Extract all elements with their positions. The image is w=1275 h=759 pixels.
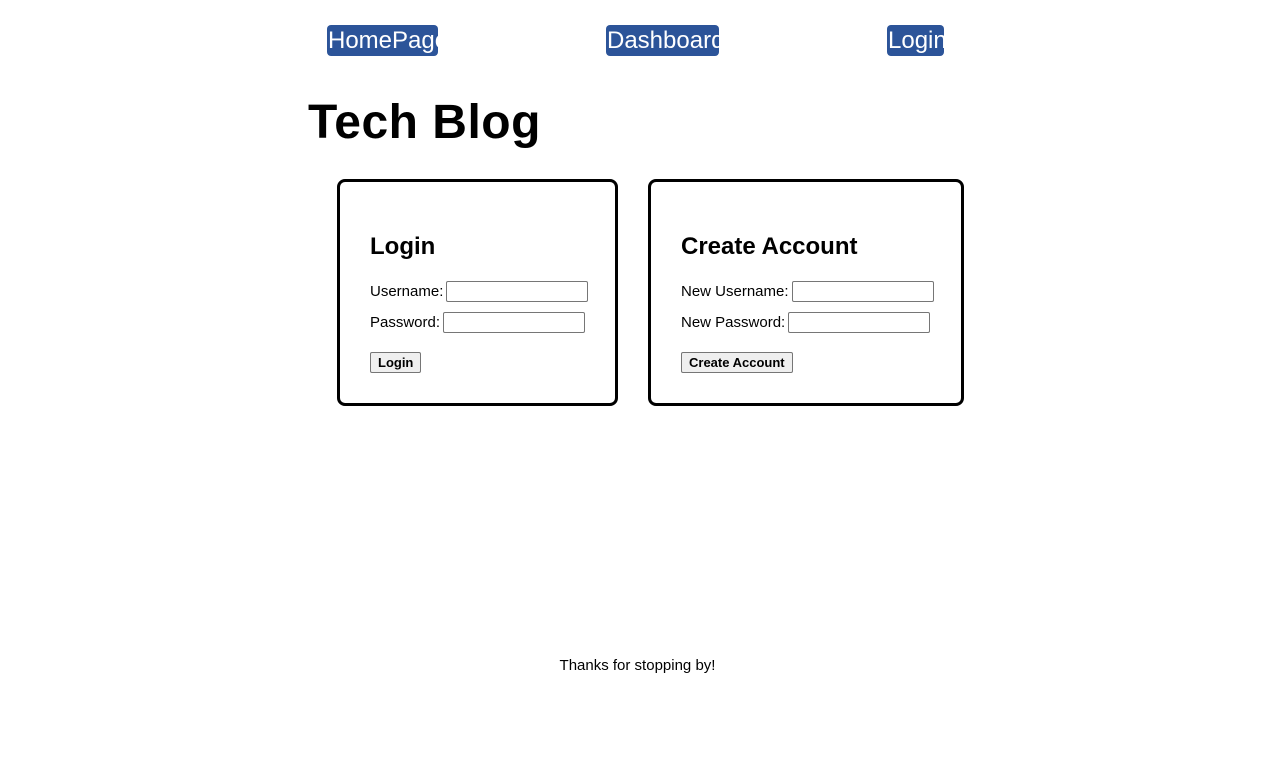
create-account-card: Create Account New Username: New Passwor… [648, 179, 964, 406]
new-password-label: New Password: [681, 313, 786, 331]
login-button[interactable]: Login [370, 352, 422, 373]
new-password-row: New Password: [681, 311, 931, 333]
login-username-row: Username: [370, 280, 589, 302]
site-title: Tech Blog [308, 96, 541, 149]
nav-login-link[interactable]: Login [887, 25, 944, 56]
login-password-row: Password: [370, 311, 586, 333]
create-account-card-title: Create Account [681, 233, 858, 260]
create-account-button[interactable]: Create Account [681, 352, 793, 373]
password-input[interactable] [443, 311, 586, 333]
new-username-row: New Username: [681, 280, 934, 302]
footer-message: Thanks for stopping by! [559, 657, 716, 674]
new-password-input[interactable] [788, 311, 931, 333]
login-card-title: Login [370, 233, 436, 260]
nav-homepage-link[interactable]: HomePage [327, 25, 438, 56]
nav-dashboard-link[interactable]: Dashboard [606, 25, 719, 56]
password-label: Password: [370, 313, 441, 331]
username-label: Username: [370, 282, 444, 300]
username-input[interactable] [446, 280, 589, 302]
login-card: Login Username: Password: Login [337, 179, 618, 406]
new-username-input[interactable] [791, 280, 934, 302]
new-username-label: New Username: [681, 282, 789, 300]
